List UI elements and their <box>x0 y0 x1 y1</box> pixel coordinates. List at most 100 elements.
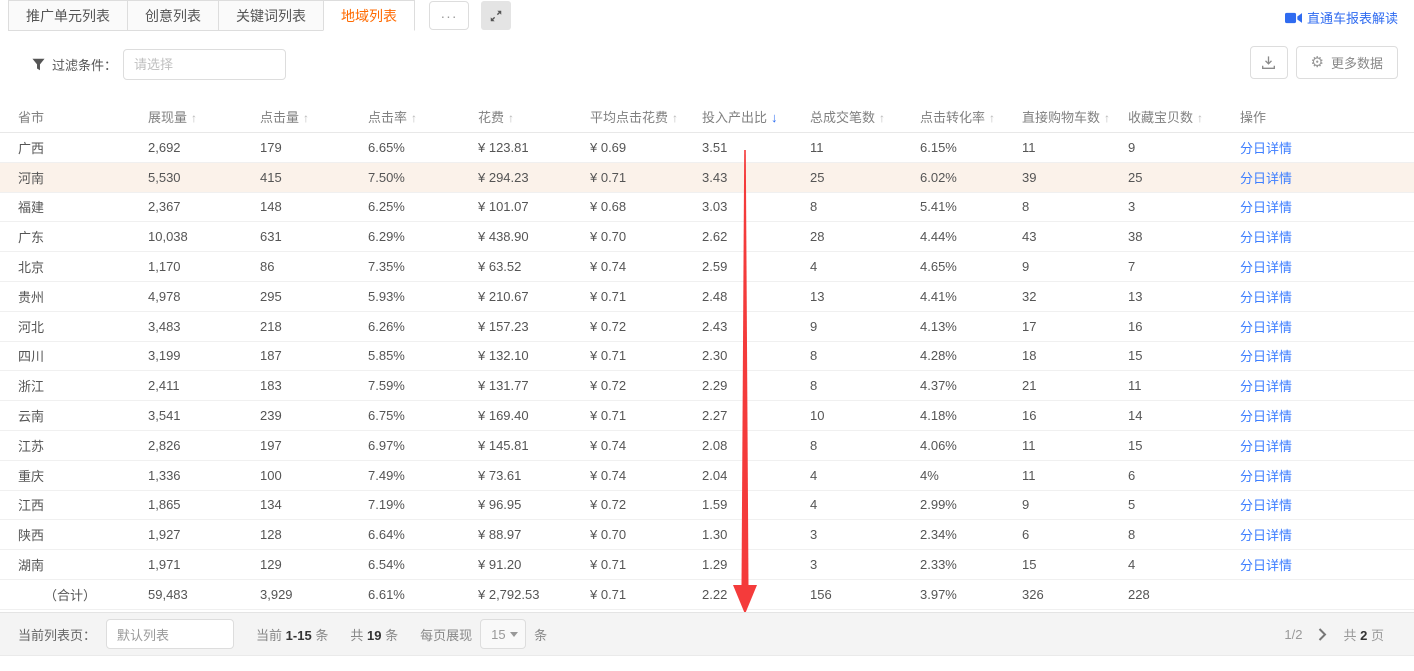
column-header-0: 省市 <box>18 107 148 126</box>
list-page-label: 当前列表页： <box>18 625 96 644</box>
value-cell: ¥ 294.23 <box>478 170 590 185</box>
tab-bar: 推广单元列表创意列表关键词列表地域列表 ··· 直通车报表解读 <box>0 0 1414 32</box>
tab-0[interactable]: 推广单元列表 <box>8 0 127 31</box>
value-cell: 228 <box>1128 587 1240 602</box>
column-header-4[interactable]: 花费↑ <box>478 107 590 126</box>
value-cell: 10,038 <box>148 229 260 244</box>
daily-detail-link[interactable]: 分日详情 <box>1240 528 1292 543</box>
value-cell: 2.43 <box>702 319 810 334</box>
table-row: 浙江2,4111837.59%¥ 131.77¥ 0.722.2984.37%2… <box>0 371 1414 401</box>
list-select-value: 默认列表 <box>117 625 169 644</box>
column-header-7[interactable]: 总成交笔数↑ <box>810 107 920 126</box>
value-cell: ¥ 96.95 <box>478 497 590 512</box>
value-cell: 4.28% <box>920 348 1022 363</box>
daily-detail-link[interactable]: 分日详情 <box>1240 200 1292 215</box>
daily-detail-link[interactable]: 分日详情 <box>1240 171 1292 186</box>
column-label: 点击量 <box>260 110 299 125</box>
value-cell: 3,929 <box>260 587 368 602</box>
daily-detail-link[interactable]: 分日详情 <box>1240 379 1292 394</box>
value-cell: 148 <box>260 199 368 214</box>
column-header-10[interactable]: 收藏宝贝数↑ <box>1128 107 1240 126</box>
sort-asc-icon[interactable]: ↑ <box>1104 111 1110 125</box>
value-cell: 3,541 <box>148 408 260 423</box>
value-cell: 4.65% <box>920 259 1022 274</box>
daily-detail-link[interactable]: 分日详情 <box>1240 230 1292 245</box>
value-cell: ¥ 0.74 <box>590 438 702 453</box>
more-data-button[interactable]: ⚙ 更多数据 <box>1296 46 1398 79</box>
table-row-total: （合计）59,4833,9296.61%¥ 2,792.53¥ 0.712.22… <box>0 580 1414 610</box>
daily-detail-link[interactable]: 分日详情 <box>1240 469 1292 484</box>
column-header-2[interactable]: 点击量 ↑ <box>260 107 368 126</box>
province-cell: 云南 <box>18 406 148 425</box>
tab-2[interactable]: 关键词列表 <box>218 0 323 31</box>
column-header-6[interactable]: 投入产出比↓ <box>702 107 810 126</box>
tabs-more-button[interactable]: ··· <box>429 1 469 30</box>
daily-detail-link[interactable]: 分日详情 <box>1240 260 1292 275</box>
value-cell: 11 <box>1022 438 1128 453</box>
value-cell: 2.29 <box>702 378 810 393</box>
tab-3[interactable]: 地域列表 <box>323 0 415 31</box>
value-cell: 15 <box>1128 348 1240 363</box>
column-header-8[interactable]: 点击转化率↑ <box>920 107 1022 126</box>
daily-detail-link[interactable]: 分日详情 <box>1240 290 1292 305</box>
filter-select-input[interactable] <box>123 49 286 80</box>
daily-detail-link[interactable]: 分日详情 <box>1240 558 1292 573</box>
column-header-5[interactable]: 平均点击花费↑ <box>590 107 702 126</box>
column-header-3[interactable]: 点击率 ↑ <box>368 107 478 126</box>
download-button[interactable] <box>1250 46 1288 79</box>
tab-1[interactable]: 创意列表 <box>127 0 218 31</box>
column-label: 省市 <box>18 110 44 125</box>
sort-asc-icon[interactable]: ↑ <box>879 111 885 125</box>
value-cell: 5.93% <box>368 289 478 304</box>
per-page-label: 每页展现 <box>420 625 472 644</box>
sort-asc-icon[interactable]: ↑ <box>191 111 197 125</box>
value-cell: ¥ 123.81 <box>478 140 590 155</box>
sort-asc-icon[interactable]: ↑ <box>672 111 678 125</box>
value-cell: 2.22 <box>702 587 810 602</box>
filter-toolbar: 过滤条件： ⚙ 更多数据 <box>0 46 1414 82</box>
column-header-1[interactable]: 展现量↑ <box>148 107 260 126</box>
value-cell: 3.51 <box>702 140 810 155</box>
daily-detail-link[interactable]: 分日详情 <box>1240 320 1292 335</box>
action-cell: 分日详情 <box>1240 406 1414 425</box>
province-cell: 四川 <box>18 346 148 365</box>
daily-detail-link[interactable]: 分日详情 <box>1240 439 1292 454</box>
column-header-9[interactable]: 直接购物车数↑ <box>1022 107 1128 126</box>
page-size-select[interactable]: 15 <box>480 619 526 649</box>
value-cell: 1.59 <box>702 497 810 512</box>
value-cell: 9 <box>1128 140 1240 155</box>
daily-detail-link[interactable]: 分日详情 <box>1240 141 1292 156</box>
report-guide-link[interactable]: 直通车报表解读 <box>1285 8 1398 27</box>
daily-detail-link[interactable]: 分日详情 <box>1240 409 1292 424</box>
next-page-button[interactable] <box>1318 628 1327 641</box>
sort-asc-icon[interactable]: ↑ <box>1197 111 1203 125</box>
value-cell: 16 <box>1022 408 1128 423</box>
sort-asc-icon[interactable]: ↑ <box>508 111 514 125</box>
fullscreen-button[interactable] <box>481 1 511 30</box>
sort-asc-icon[interactable]: ↑ <box>989 111 995 125</box>
province-cell: （合计） <box>18 585 148 604</box>
column-label: 点击率 <box>368 110 407 125</box>
value-cell: ¥ 169.40 <box>478 408 590 423</box>
daily-detail-link[interactable]: 分日详情 <box>1240 498 1292 513</box>
sort-asc-icon[interactable]: ↑ <box>303 111 309 125</box>
sort-asc-icon[interactable]: ↑ <box>411 111 417 125</box>
sort-desc-icon[interactable]: ↓ <box>771 110 778 125</box>
value-cell: 6 <box>1022 527 1128 542</box>
value-cell: 38 <box>1128 229 1240 244</box>
value-cell: 1,170 <box>148 259 260 274</box>
province-cell: 江西 <box>18 495 148 514</box>
action-cell: 分日详情 <box>1240 287 1414 306</box>
daily-detail-link[interactable]: 分日详情 <box>1240 349 1292 364</box>
pagination-bar: 当前列表页： 默认列表 当前 1-15 条 共 19 条 每页展现 15 条 1… <box>0 612 1414 656</box>
province-cell: 江苏 <box>18 436 148 455</box>
table-row: 湖南1,9711296.54%¥ 91.20¥ 0.711.2932.33%15… <box>0 550 1414 580</box>
list-select[interactable]: 默认列表 <box>106 619 234 649</box>
value-cell: 14 <box>1128 408 1240 423</box>
total-pages-text: 共 2 页 <box>1343 625 1384 644</box>
table-row: 广西2,6921796.65%¥ 123.81¥ 0.693.51116.15%… <box>0 133 1414 163</box>
value-cell: 8 <box>810 378 920 393</box>
value-cell: 2,367 <box>148 199 260 214</box>
table-row: 河北3,4832186.26%¥ 157.23¥ 0.722.4394.13%1… <box>0 312 1414 342</box>
value-cell: 326 <box>1022 587 1128 602</box>
